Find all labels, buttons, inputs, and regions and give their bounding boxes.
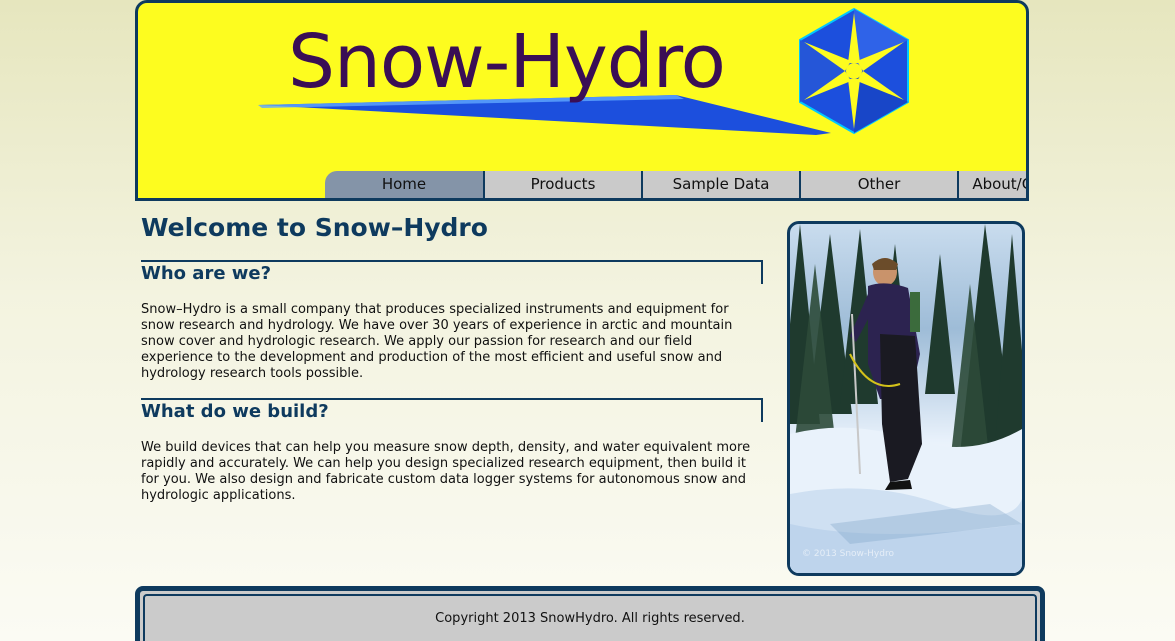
- nav-item-about-contact[interactable]: About/Contact Us: [959, 171, 1026, 198]
- nav-item-home[interactable]: Home: [325, 171, 485, 198]
- main-content: Welcome to Snow–Hydro Who are we? Snow–H…: [141, 208, 763, 504]
- section-body-what: We build devices that can help you measu…: [141, 440, 751, 503]
- section-heading-text: Who are we?: [141, 263, 272, 284]
- photo-watermark: © 2013 Snow-Hydro: [802, 549, 894, 559]
- page-title: Welcome to Snow–Hydro: [141, 213, 488, 242]
- site-footer: Copyright 2013 SnowHydro. All rights res…: [135, 586, 1045, 641]
- nav-item-sample-data[interactable]: Sample Data: [643, 171, 801, 198]
- nav-item-other[interactable]: Other: [801, 171, 959, 198]
- section-heading-who: Who are we?: [141, 260, 763, 284]
- section-heading-text: What do we build?: [141, 401, 329, 422]
- hero-photo: © 2013 Snow-Hydro: [787, 221, 1025, 576]
- main-nav: Home Products Sample Data Other About/Co…: [325, 171, 1026, 198]
- section-body-who: Snow–Hydro is a small company that produ…: [141, 302, 733, 381]
- nav-item-products[interactable]: Products: [485, 171, 643, 198]
- snow-survey-photo: © 2013 Snow-Hydro: [790, 224, 1022, 573]
- site-logo[interactable]: Snow-Hydro: [256, 7, 916, 139]
- logo-text: Snow-Hydro: [288, 19, 726, 105]
- section-heading-what: What do we build?: [141, 398, 763, 422]
- site-header: Snow-Hydro Home Products Sample Data Oth…: [135, 0, 1029, 201]
- copyright-text: Copyright 2013 SnowHydro. All rights res…: [435, 611, 745, 626]
- snowflake-hexagon-icon: [799, 7, 909, 135]
- footer-panel: Copyright 2013 SnowHydro. All rights res…: [143, 594, 1037, 641]
